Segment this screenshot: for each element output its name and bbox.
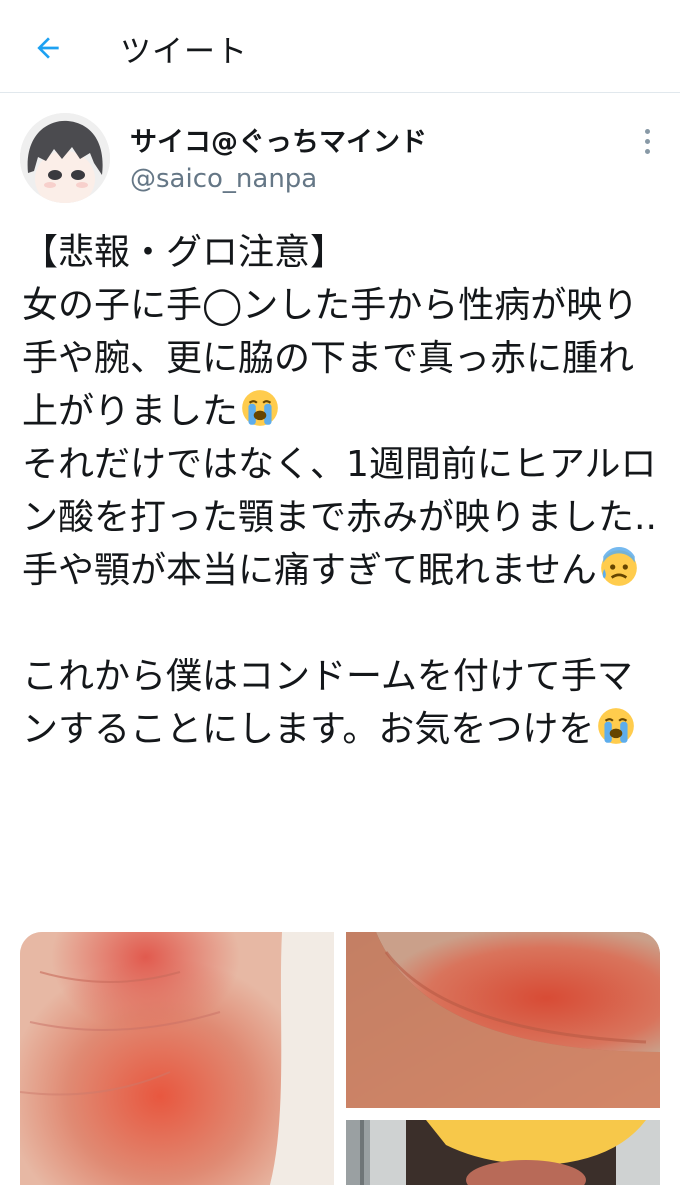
- more-options-button[interactable]: [632, 124, 662, 158]
- more-vertical-icon: [644, 128, 650, 134]
- author-name[interactable]: サイコ@ぐっちマインド: [130, 120, 427, 159]
- avatar[interactable]: [20, 113, 110, 203]
- tweet-text-part-2: それだけではなく、1週間前にヒアルロン酸を打った顎まで赤みが映りました.. 手や…: [22, 444, 657, 591]
- tweet-text: 【悲報・グロ注意】 女の子に手◯ンした手から性病が映り手や腕、更に脇の下まで真っ…: [22, 226, 662, 756]
- image-chin-redness: [346, 1120, 660, 1185]
- loudly-crying-face-icon: [242, 390, 278, 426]
- image-hand-redness: [20, 932, 334, 1185]
- media-grid: [20, 932, 660, 1185]
- tweet-image-1[interactable]: [20, 932, 334, 1185]
- top-bar: ツイート: [0, 0, 680, 93]
- tweet-image-3[interactable]: [346, 1120, 660, 1185]
- tweet-image-2[interactable]: [346, 932, 660, 1108]
- tweet-text-part-1: 【悲報・グロ注意】 女の子に手◯ンした手から性病が映り手や腕、更に脇の下まで真っ…: [22, 232, 639, 432]
- avatar-illustration: [20, 113, 110, 203]
- image-arm-redness: [346, 932, 660, 1108]
- back-button[interactable]: [28, 28, 68, 68]
- arrow-left-icon: [37, 37, 59, 59]
- author-handle[interactable]: @saico_nanpa: [130, 164, 317, 194]
- loudly-crying-face-icon: [598, 708, 635, 744]
- tweet-text-part-3: これから僕はコンドームを付けて手マンすることにします。お気をつけを: [22, 656, 633, 750]
- page-title: ツイート: [120, 34, 248, 70]
- anxious-face-with-sweat-icon: [601, 547, 637, 586]
